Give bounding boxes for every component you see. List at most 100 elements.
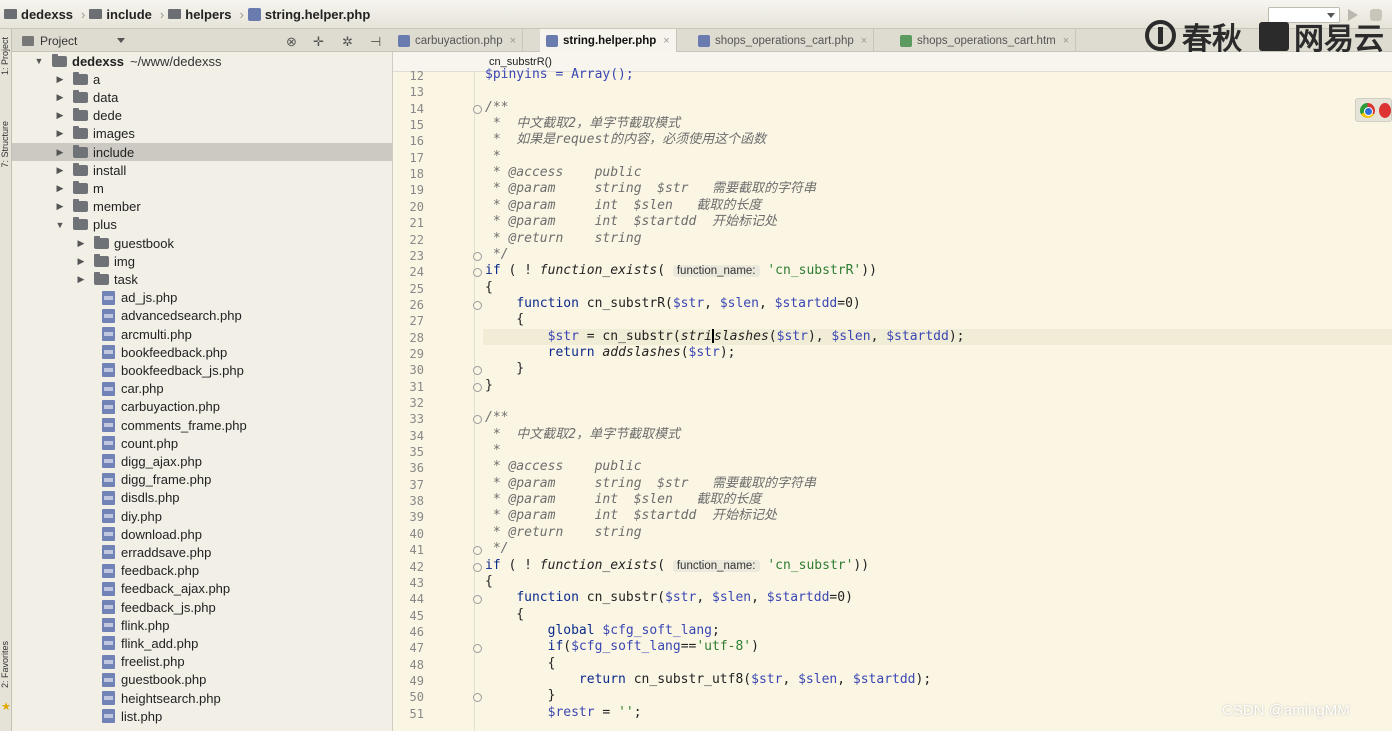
code-line[interactable]: * @param int $slen 截取的长度 (485, 492, 762, 508)
code-line[interactable]: { (485, 574, 493, 590)
code-line[interactable]: * @param string $str 需要截取的字符串 (485, 476, 816, 492)
fold-marker-icon[interactable] (473, 366, 482, 376)
tree-file[interactable]: comments_frame.php (12, 416, 392, 434)
tree-folder[interactable]: ▶ include (12, 143, 392, 161)
code-line[interactable]: { (485, 607, 524, 623)
tree-file[interactable]: bookfeedback_js.php (12, 361, 392, 379)
tree-file[interactable]: flink.php (12, 616, 392, 634)
fold-marker-icon[interactable] (473, 595, 482, 605)
tree-folder[interactable]: ▶ a (12, 70, 392, 88)
target-icon[interactable]: ⊗ (286, 34, 297, 50)
code-line[interactable]: */ (485, 541, 509, 557)
code-line[interactable]: * @return string (485, 525, 642, 541)
code-line[interactable]: { (485, 312, 524, 328)
code-line[interactable]: * 中文截取2，单字节截取模式 (485, 116, 680, 132)
tree-file[interactable]: list.php (12, 707, 392, 725)
fold-marker-icon[interactable] (473, 415, 482, 425)
fold-marker-icon[interactable] (473, 268, 482, 278)
tree-folder[interactable]: ▶ dede (12, 107, 392, 125)
chrome-icon[interactable] (1360, 102, 1375, 118)
tree-file[interactable]: feedback.php (12, 562, 392, 580)
collapsed-arrow-icon[interactable]: ▶ (55, 110, 65, 121)
tree-file[interactable]: ad_js.php (12, 289, 392, 307)
code-line[interactable]: global $cfg_soft_lang; (485, 623, 720, 639)
breadcrumb-item[interactable]: helpers › (168, 7, 244, 22)
tree-file[interactable]: bookfeedback.php (12, 343, 392, 361)
code-line[interactable]: } (485, 688, 556, 704)
code-line[interactable]: * (485, 443, 501, 459)
project-tool-button[interactable]: 1: Project (0, 37, 12, 75)
code-line[interactable]: return addslashes($str); (485, 345, 736, 361)
code-line[interactable]: if ( ! function_exists( function_name: '… (485, 558, 869, 574)
collapsed-arrow-icon[interactable]: ▶ (76, 238, 86, 249)
star-icon[interactable]: ★ (0, 700, 12, 713)
tree-file[interactable]: carbuyaction.php (12, 398, 392, 416)
tree-file[interactable]: digg_ajax.php (12, 452, 392, 470)
code-line[interactable]: function cn_substr($str, $slen, $startdd… (485, 590, 853, 606)
expanded-arrow-icon[interactable]: ▼ (55, 220, 65, 230)
close-icon[interactable]: × (663, 35, 669, 47)
chevron-down-icon[interactable] (117, 38, 126, 43)
code-line[interactable]: } (485, 361, 524, 377)
code-line[interactable]: /** (485, 100, 508, 116)
code-line[interactable]: * @access public (485, 165, 642, 181)
breadcrumb-item[interactable]: string.helper.php (247, 7, 370, 22)
code-line[interactable]: { (485, 656, 556, 672)
code-line[interactable]: } (485, 378, 493, 394)
tree-file[interactable]: guestbook.php (12, 671, 392, 689)
fold-marker-icon[interactable] (473, 382, 482, 392)
opera-icon[interactable] (1379, 102, 1391, 118)
collapsed-arrow-icon[interactable]: ▶ (55, 183, 65, 194)
tree-folder[interactable]: ▶ data (12, 88, 392, 106)
code-line[interactable]: * @param int $startdd 开始标记处 (485, 214, 777, 230)
fold-marker-icon[interactable] (473, 562, 482, 572)
editor-tab[interactable]: shops_operations_cart.htm × (894, 29, 1077, 52)
tree-folder[interactable]: ▶ member (12, 198, 392, 216)
fold-marker-icon[interactable] (473, 644, 482, 654)
tree-folder[interactable]: ▼ dedexss ~/www/dedexss (12, 52, 392, 70)
collapsed-arrow-icon[interactable]: ▶ (55, 201, 65, 212)
code-line[interactable]: /** (485, 410, 508, 426)
gear-icon[interactable]: ✲ (342, 34, 353, 50)
code-line[interactable]: */ (485, 247, 509, 263)
tree-file[interactable]: flink_add.php (12, 634, 392, 652)
editor-tab[interactable]: string.helper.php × (540, 29, 677, 52)
collapsed-arrow-icon[interactable]: ▶ (76, 256, 86, 267)
code-line[interactable]: if ( ! function_exists( function_name: '… (485, 263, 877, 279)
tree-file[interactable]: car.php (12, 380, 392, 398)
favorites-tool-button[interactable]: 2: Favorites (0, 641, 12, 688)
tree-file[interactable]: disdls.php (12, 489, 392, 507)
tree-folder[interactable]: ▶ img (12, 252, 392, 270)
code-line[interactable]: function cn_substrR($str, $slen, $startd… (485, 296, 860, 312)
editor-tab[interactable]: shops_operations_cart.php × (692, 29, 875, 52)
tree-file[interactable]: feedback_ajax.php (12, 580, 392, 598)
tree-folder[interactable]: ▶ m (12, 179, 392, 197)
tree-file[interactable]: digg_frame.php (12, 471, 392, 489)
collapsed-arrow-icon[interactable]: ▶ (55, 74, 65, 85)
tree-folder[interactable]: ▼ plus (12, 216, 392, 234)
close-icon[interactable]: × (1063, 35, 1069, 47)
expand-icon[interactable]: ✛ (313, 34, 324, 50)
collapsed-arrow-icon[interactable]: ▶ (55, 165, 65, 176)
code-line[interactable]: return cn_substr_utf8($str, $slen, $star… (485, 672, 931, 688)
fold-marker-icon[interactable] (473, 104, 482, 114)
code-line[interactable]: * @param int $slen 截取的长度 (485, 198, 762, 214)
collapsed-arrow-icon[interactable]: ▶ (76, 274, 86, 285)
fold-marker-icon[interactable] (473, 693, 482, 703)
tree-file[interactable]: advancedsearch.php (12, 307, 392, 325)
tree-folder[interactable]: ▶ install (12, 161, 392, 179)
collapsed-arrow-icon[interactable]: ▶ (55, 147, 65, 158)
code-line[interactable]: $restr = ''; (485, 705, 642, 721)
project-panel-header[interactable]: Project (12, 29, 394, 52)
close-icon[interactable]: × (510, 35, 516, 47)
code-line[interactable]: * @access public (485, 459, 642, 475)
code-line[interactable]: * 如果是request的内容，必须使用这个函数 (485, 132, 766, 148)
tree-file[interactable]: diy.php (12, 507, 392, 525)
editor-tab[interactable]: carbuyaction.php × (392, 29, 524, 52)
tree-file[interactable]: erraddsave.php (12, 543, 392, 561)
code-line[interactable]: * @param int $startdd 开始标记处 (485, 508, 777, 524)
code-line[interactable]: * (485, 149, 501, 165)
tree-folder[interactable]: ▶ task (12, 270, 392, 288)
tree-file[interactable]: arcmulti.php (12, 325, 392, 343)
code-line[interactable]: $str = cn_substr(stri slashes($str), $sle… (485, 329, 965, 345)
